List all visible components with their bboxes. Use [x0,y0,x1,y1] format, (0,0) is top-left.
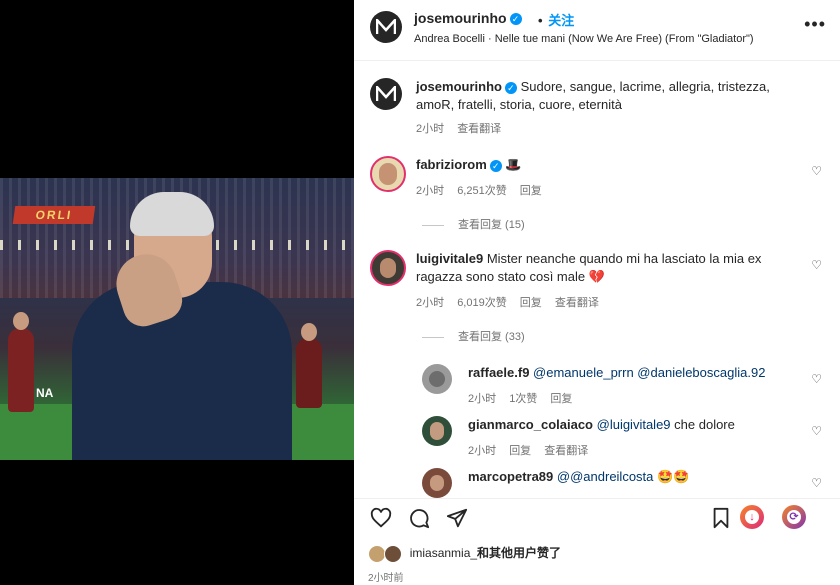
commenter-avatar[interactable] [370,250,406,286]
extension-repost-icon[interactable]: ⟳ [782,505,806,529]
comment-like-count[interactable]: 6,019次赞 [457,297,507,309]
reply-like-count[interactable]: 1次赞 [509,393,537,405]
comment-reply-link[interactable]: 回复 [520,185,542,197]
reply-reply-link[interactable]: 回复 [550,393,572,405]
post-side-panel: josemourinho ✓ • 关注 Andrea Bocelli · Nell… [354,0,840,585]
reply: raffaele.f9 @emanuele_prrn @danielebosca… [468,364,808,382]
comment-like-count[interactable]: 6,251次赞 [457,185,507,197]
post-header: josemourinho ✓ • 关注 Andrea Bocelli · Nell… [354,0,840,61]
commenter-avatar[interactable] [370,156,406,192]
author-username-text[interactable]: josemourinho [414,10,507,26]
post-action-bar: ↓ ⟳ [354,498,840,535]
liked-by-username[interactable]: imiasanmia_ [410,546,477,560]
reply-avatar[interactable] [422,416,452,446]
reply-username[interactable]: raffaele.f9 [468,365,529,380]
brand-logo-icon [376,19,396,34]
bookmark-icon[interactable] [710,507,732,529]
caption-translate-link[interactable]: 查看翻译 [457,123,501,135]
reply-like-heart-icon[interactable]: ♡ [811,476,822,490]
comment-time: 2小时 [416,297,445,309]
reply-avatar[interactable] [422,364,452,394]
reply-like-heart-icon[interactable]: ♡ [811,372,822,386]
reply-time: 2小时 [468,445,497,457]
author-avatar[interactable] [370,11,402,43]
follow-button[interactable]: • 关注 [536,10,574,29]
caption-avatar[interactable] [370,78,402,110]
avatar-face [380,258,396,278]
reply-username[interactable]: marcopetra89 [468,469,553,484]
background-person-head [13,312,29,330]
comment: luigivitale9 Mister neanche quando mi ha… [416,250,778,286]
view-replies-label[interactable]: 查看回复 (15) [458,219,525,231]
post-timestamp[interactable]: 2小时前 [368,569,404,584]
reply-avatar[interactable] [422,468,452,498]
heart-icon[interactable] [370,507,392,529]
caption-meta: 2小时 查看翻译 [416,120,511,136]
reply-like-heart-icon[interactable]: ♡ [811,424,822,438]
avatar-face [379,163,397,185]
verified-badge-icon: ✓ [504,81,517,94]
replies-line [422,336,444,338]
reply-text: che dolore [674,417,735,432]
reply: marcopetra89 @@andreilcosta 🤩🤩 [468,468,808,494]
view-replies-link[interactable]: 查看回复 (15) [422,216,525,232]
reply-meta: 2小时 回复 查看翻译 [468,442,598,458]
comment-icon[interactable] [408,507,430,529]
avatar-face [430,422,444,440]
comment-like-heart-icon[interactable]: ♡ [811,258,822,272]
view-replies-label[interactable]: 查看回复 (33) [458,331,525,343]
avatar-face [430,475,444,491]
background-person [8,328,34,412]
author-username[interactable]: josemourinho ✓ [414,10,522,26]
liked-by-others[interactable]: 和其他用户赞了 [477,546,561,560]
more-options-icon[interactable]: ••• [804,14,826,35]
comment-meta: 2小时 6,019次赞 回复 查看翻译 [416,294,609,310]
reply-mention[interactable]: @luigivitale9 [597,417,671,432]
reply-mentions[interactable]: @@andreilcosta 🤩🤩 [557,469,689,484]
reply-mentions[interactable]: @emanuele_prrn @danieleboscaglia.92 [533,365,765,380]
share-icon[interactable] [446,507,468,529]
reply-meta: 2小时 1次赞 回复 [468,390,582,406]
repost-arrow-icon: ⟳ [787,510,801,524]
comment-time: 2小时 [416,185,445,197]
caption-username[interactable]: josemourinho [416,79,502,94]
reply: gianmarco_colaiaco @luigivitale9 che dol… [468,416,808,434]
post-media-area: ORLI NA [0,0,354,585]
view-replies-link[interactable]: 查看回复 (33) [422,328,525,344]
verified-badge-icon: ✓ [489,159,502,172]
liked-by-row: imiasanmia_和其他用户赞了 [368,544,561,563]
comment-like-heart-icon[interactable]: ♡ [811,164,822,178]
comment-translate-link[interactable]: 查看翻译 [555,297,599,309]
avatar-face [429,371,445,387]
ad-board-text: NA [36,386,54,400]
reply-username[interactable]: gianmarco_colaiaco [468,417,593,432]
comment-username[interactable]: luigivitale9 [416,251,483,266]
man-shirt [72,282,292,460]
liker-avatar[interactable] [368,544,386,563]
audio-track[interactable]: Andrea Bocelli · Nelle tue mani (Now We … [414,33,754,45]
comment-text: 🎩 [505,157,522,172]
background-person-head [301,323,317,341]
comment: fabriziorom ✓ 🎩 [416,156,776,174]
verified-badge-icon: ✓ [509,13,522,26]
reply-reply-link[interactable]: 回复 [509,445,531,457]
comment-reply-link[interactable]: 回复 [520,297,542,309]
reply-time: 2小时 [468,393,497,405]
brand-logo-icon [376,86,396,101]
background-person [296,338,322,408]
comment-username[interactable]: fabriziorom [416,157,487,172]
download-arrow-icon: ↓ [745,510,759,524]
post-photo[interactable]: ORLI NA [0,178,354,460]
caption-time: 2小时 [416,123,445,135]
replies-line [422,224,444,226]
extension-download-icon[interactable]: ↓ [740,505,764,529]
stadium-banner: ORLI [12,206,96,224]
follow-label[interactable]: 关注 [548,13,574,28]
reply-translate-link[interactable]: 查看翻译 [544,445,588,457]
liker-avatar[interactable] [384,544,403,563]
caption: josemourinho ✓ Sudore, sangue, lacrime, a… [416,78,776,114]
comment-meta: 2小时 6,251次赞 回复 [416,182,552,198]
